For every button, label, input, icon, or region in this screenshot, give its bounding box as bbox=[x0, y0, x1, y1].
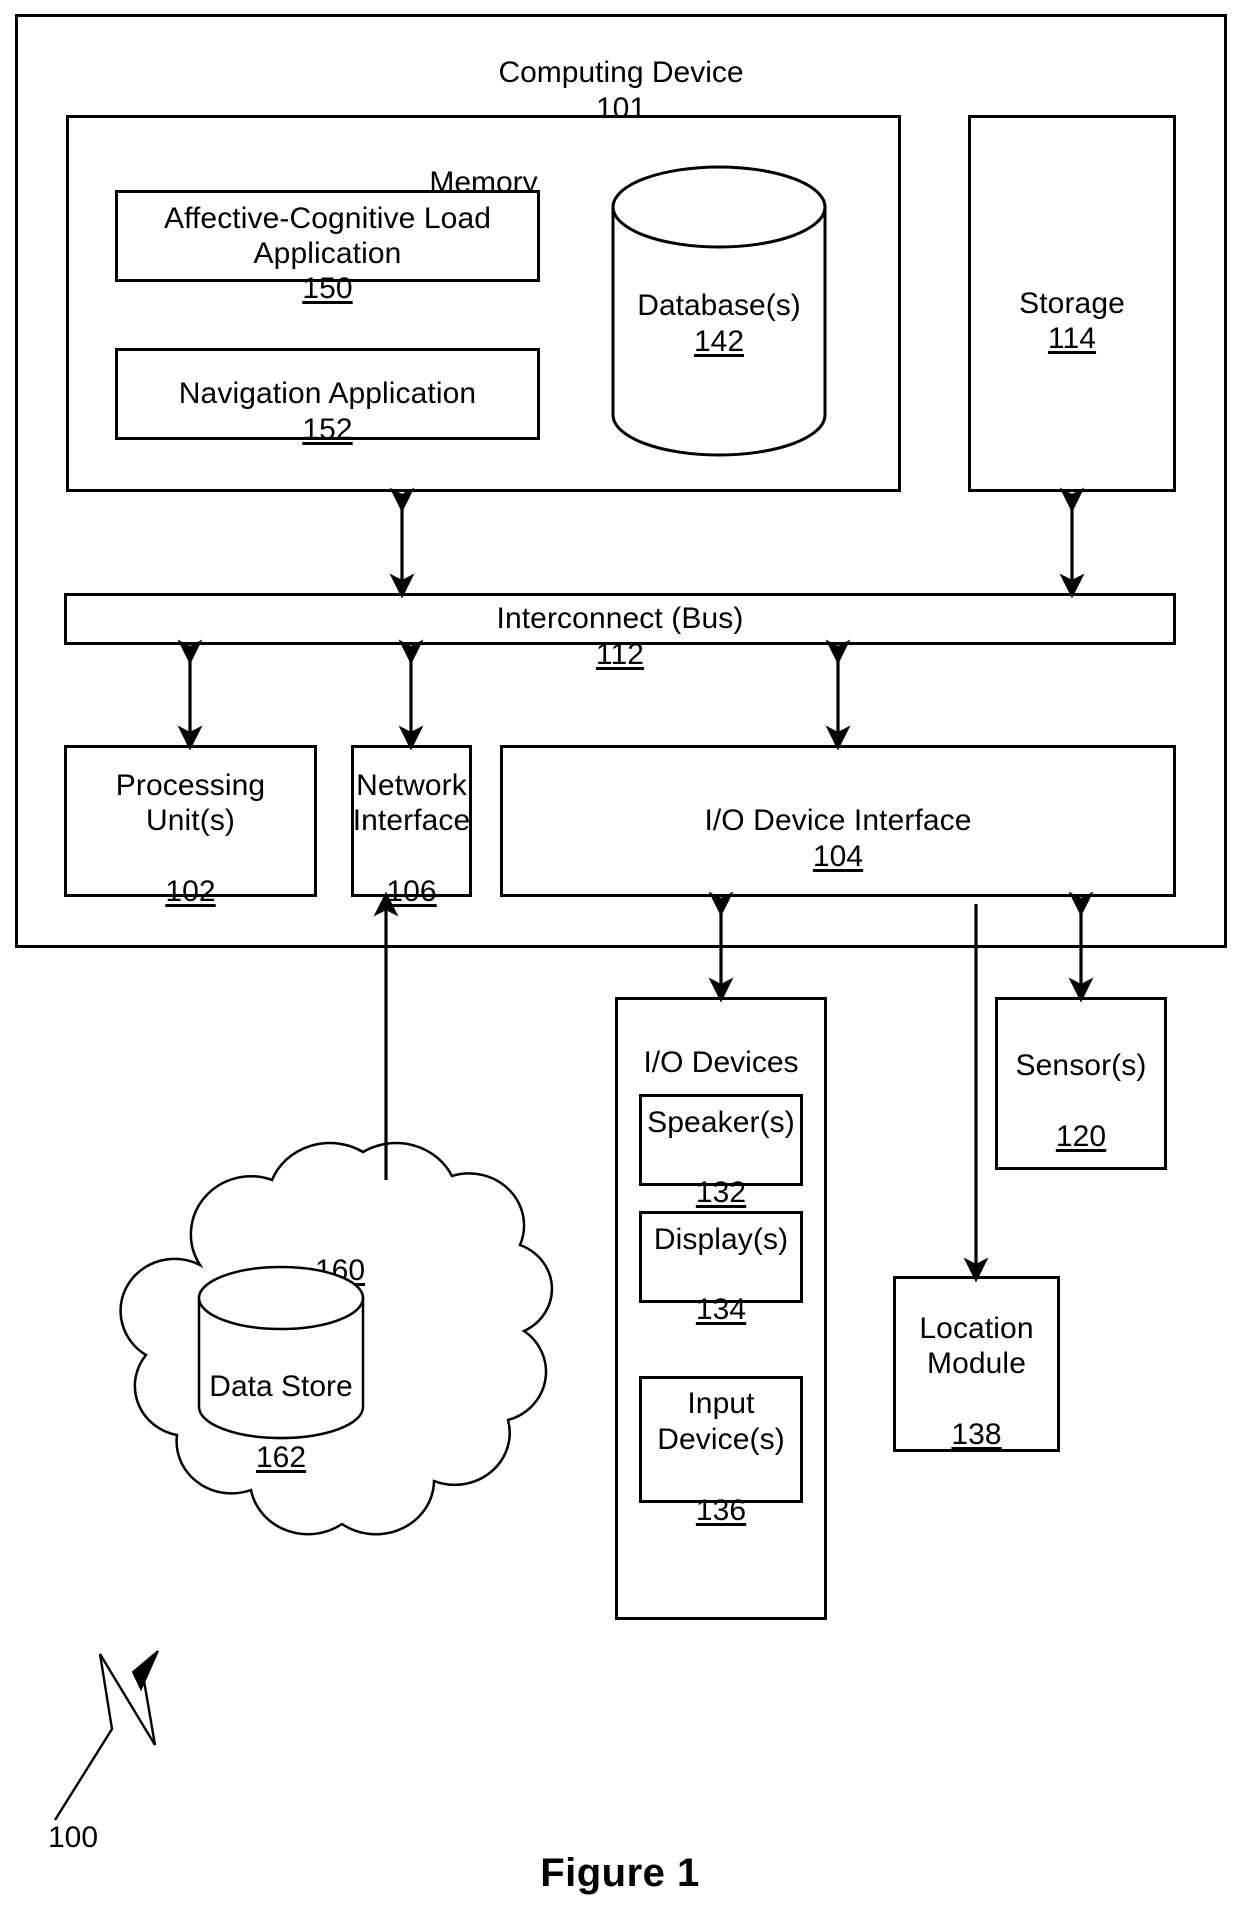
database-label: Database(s) 142 bbox=[584, 253, 854, 359]
storage-box: Storage 114 bbox=[968, 115, 1176, 492]
location-module-box: Location Module 138 bbox=[893, 1276, 1060, 1452]
location-module-text: Location Module bbox=[919, 1311, 1034, 1381]
navigation-application-text: Navigation Application bbox=[178, 377, 477, 411]
speaker-text: Speaker(s) bbox=[647, 1105, 795, 1139]
data-store-ref: 162 bbox=[255, 1441, 307, 1475]
affective-cognitive-load-application-ref: 150 bbox=[302, 272, 353, 306]
sensors-text: Sensor(s) bbox=[1015, 1049, 1147, 1083]
interconnect-bus-label: Interconnect (Bus) 112 bbox=[497, 566, 744, 672]
display-label: Display(s) 134 bbox=[654, 1186, 788, 1328]
location-module-label: Location Module 138 bbox=[919, 1276, 1033, 1453]
network-interface-ref: 106 bbox=[386, 875, 437, 909]
interconnect-bus-text: Interconnect (Bus) bbox=[496, 602, 744, 636]
location-module-ref: 138 bbox=[951, 1418, 1002, 1452]
interconnect-bus-box: Interconnect (Bus) 112 bbox=[64, 593, 1176, 671]
system-leader-line bbox=[53, 1653, 157, 1821]
input-device-label: Input Device(s) 136 bbox=[657, 1351, 785, 1528]
affective-cognitive-load-application-box: Affective-Cognitive Load Application 150 bbox=[115, 190, 540, 305]
storage-label: Storage 114 bbox=[1019, 250, 1125, 356]
system-ref-label: 100 bbox=[48, 1821, 98, 1855]
processing-unit-text: Processing Unit(s) bbox=[115, 768, 266, 838]
affective-cognitive-load-application-label: Affective-Cognitive Load Application 150 bbox=[164, 165, 491, 307]
processing-unit-ref: 102 bbox=[165, 875, 216, 909]
network-interface-text: Network Interface bbox=[352, 768, 471, 838]
storage-ref: 114 bbox=[1047, 322, 1097, 356]
cloud-ref-label: 160 bbox=[200, 1218, 480, 1289]
computing-device-title: Computing Device 101 bbox=[15, 20, 1227, 126]
network-interface-box: Network Interface 106 bbox=[351, 745, 472, 908]
computing-device-title-text: Computing Device bbox=[498, 56, 744, 90]
figure-caption: Figure 1 bbox=[0, 1851, 1240, 1896]
system-leader-arrowhead bbox=[131, 1650, 159, 1692]
sensors-label: Sensor(s) 120 bbox=[1016, 1013, 1147, 1155]
io-device-interface-label: I/O Device Interface 104 bbox=[704, 768, 971, 874]
system-ref-text: 100 bbox=[48, 1821, 99, 1854]
sensors-box: Sensor(s) 120 bbox=[995, 997, 1167, 1170]
cloud-ref: 160 bbox=[314, 1254, 366, 1288]
figure-canvas: Computing Device 101 Memory 116 Affectiv… bbox=[0, 0, 1240, 1917]
data-store-text: Data Store bbox=[209, 1370, 353, 1404]
input-device-ref: 136 bbox=[695, 1493, 747, 1527]
io-device-interface-ref: 104 bbox=[812, 839, 864, 873]
display-box: Display(s) 134 bbox=[639, 1211, 803, 1326]
io-device-interface-box: I/O Device Interface 104 bbox=[500, 745, 1176, 897]
processing-unit-box: Processing Unit(s) 102 bbox=[64, 745, 317, 908]
io-device-interface-text: I/O Device Interface bbox=[704, 804, 972, 838]
display-text: Display(s) bbox=[653, 1222, 789, 1256]
speaker-box: Speaker(s) 132 bbox=[639, 1094, 803, 1209]
data-store-label: Data Store 162 bbox=[181, 1334, 381, 1476]
navigation-application-ref: 152 bbox=[302, 412, 353, 446]
figure-caption-text: Figure 1 bbox=[540, 1851, 700, 1895]
processing-unit-label: Processing Unit(s) 102 bbox=[116, 733, 265, 910]
interconnect-bus-ref: 112 bbox=[595, 637, 645, 671]
navigation-application-box: Navigation Application 152 bbox=[115, 348, 540, 446]
affective-cognitive-load-application-text: Affective-Cognitive Load Application bbox=[163, 201, 492, 270]
storage-text: Storage bbox=[1019, 286, 1125, 320]
database-text: Database(s) bbox=[637, 289, 801, 323]
network-interface-label: Network Interface 106 bbox=[353, 733, 471, 910]
input-device-text: Input Device(s) bbox=[657, 1387, 785, 1456]
input-device-box: Input Device(s) 136 bbox=[639, 1376, 803, 1527]
database-ref: 142 bbox=[693, 324, 745, 358]
display-ref: 134 bbox=[695, 1293, 747, 1327]
sensors-ref: 120 bbox=[1055, 1119, 1107, 1153]
navigation-application-label: Navigation Application 152 bbox=[179, 341, 476, 447]
